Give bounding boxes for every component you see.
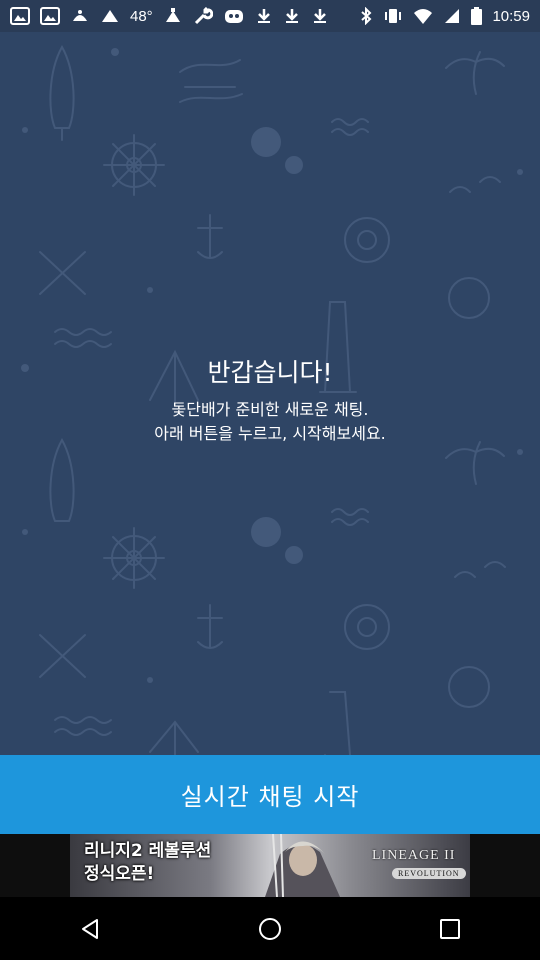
welcome-title: 반갑습니다! <box>207 358 333 387</box>
welcome-line-2: 아래 버튼을 누르고, 시작해보세요. <box>154 424 386 443</box>
weather-icon <box>100 6 120 26</box>
image-icon <box>40 6 60 26</box>
back-icon[interactable] <box>60 904 120 954</box>
ad-character-image <box>265 834 340 897</box>
image-icon <box>10 6 30 26</box>
welcome-screen: 반갑습니다! 돛단배가 준비한 새로운 채팅. 아래 버튼을 누르고, 시작해보… <box>0 32 540 755</box>
wifi-icon <box>413 6 433 26</box>
mask-icon <box>223 6 245 26</box>
recents-icon[interactable] <box>420 904 480 954</box>
download-icon <box>311 6 329 26</box>
download-icon <box>255 6 273 26</box>
welcome-line-1: 돛단배가 준비한 새로운 채팅. <box>171 400 369 419</box>
wrench-icon <box>193 6 213 26</box>
clock-text: 10:59 <box>492 7 530 25</box>
signal-icon <box>443 6 461 26</box>
home-icon[interactable] <box>240 904 300 954</box>
weather-icon <box>70 6 90 26</box>
start-chat-button[interactable]: 실시간 채팅 시작 <box>0 755 540 834</box>
welcome-message: 반갑습니다! 돛단배가 준비한 새로운 채팅. 아래 버튼을 누르고, 시작해보… <box>0 356 540 446</box>
ad-logo-subtitle: REVOLUTION <box>392 868 466 879</box>
ad-strip: 리니지2 레볼루션 정식오픈! LINEAGE II REVOLUTION <box>0 834 540 897</box>
weather-icon <box>163 6 183 26</box>
navigation-bar <box>0 897 540 960</box>
battery-icon <box>471 6 483 26</box>
ad-headline: 리니지2 레볼루션 정식오픈! <box>84 840 211 886</box>
download-icon <box>283 6 301 26</box>
ad-logo: LINEAGE II <box>372 848 456 863</box>
welcome-description: 돛단배가 준비한 새로운 채팅. 아래 버튼을 누르고, 시작해보세요. <box>0 398 540 446</box>
ad-headline-line-2: 정식오픈! <box>84 864 155 884</box>
vibrate-icon <box>383 6 403 26</box>
ad-banner[interactable]: 리니지2 레볼루션 정식오픈! LINEAGE II REVOLUTION <box>70 834 470 897</box>
status-bar: 48° 10:59 <box>0 0 540 32</box>
ad-headline-line-1: 리니지2 레볼루션 <box>84 841 212 861</box>
temperature-text: 48° <box>130 7 153 25</box>
bluetooth-icon <box>359 6 373 26</box>
